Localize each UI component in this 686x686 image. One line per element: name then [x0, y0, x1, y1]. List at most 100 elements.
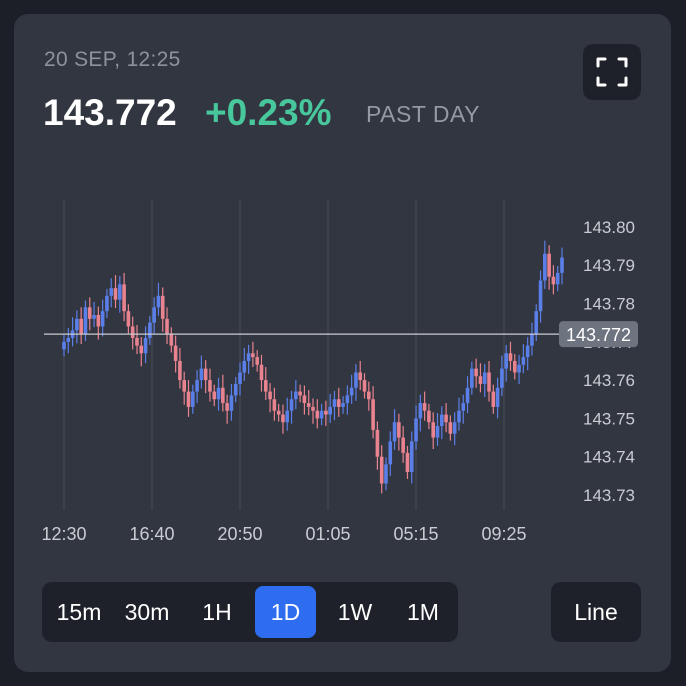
candle-body [225, 403, 229, 411]
candle-body [281, 414, 285, 423]
candle-body [470, 368, 474, 388]
x-tick-label: 09:25 [481, 524, 526, 544]
candle-body [332, 399, 337, 407]
candle-body [212, 391, 217, 400]
candle-body [409, 441, 414, 473]
candle-body [384, 464, 388, 484]
candle-body [251, 353, 255, 358]
y-tick-label: 143.76 [583, 371, 635, 390]
price-chart[interactable]: 12:30 16:40 20:50 01:05 05:15 09:25 143.73 143.… [0, 0, 686, 560]
candle-body [457, 410, 461, 423]
candle-body [362, 380, 367, 392]
candle-body [474, 368, 478, 377]
x-tick-label: 05:15 [393, 524, 438, 544]
candle-body [397, 422, 401, 438]
candle-body [444, 414, 448, 423]
candle-body [203, 368, 208, 381]
candle-body [233, 383, 238, 396]
candle-body [208, 380, 212, 392]
range-button-30m[interactable]: 30m [114, 586, 180, 638]
candle-body [401, 437, 405, 453]
line-chart-toggle[interactable]: Line [551, 582, 641, 642]
candle-body [87, 307, 92, 319]
range-button-1w[interactable]: 1W [322, 586, 388, 638]
candle-body [487, 372, 491, 392]
candle-body [173, 345, 178, 361]
range-button-15m[interactable]: 15m [46, 586, 112, 638]
candle-body [246, 353, 251, 361]
candle-body [306, 403, 311, 407]
candle-body [169, 334, 174, 346]
candle-body [315, 410, 320, 419]
candle-body [551, 276, 556, 285]
candle-body [216, 387, 221, 400]
candle-body [543, 253, 547, 281]
candle-body [165, 318, 169, 335]
range-button-1d[interactable]: 1D [255, 586, 316, 638]
candle-body [238, 372, 242, 384]
candle-body [298, 391, 302, 396]
candle-body [354, 372, 358, 388]
candle-body [186, 391, 191, 407]
candle-body [182, 380, 187, 392]
candle-body [525, 345, 530, 358]
y-tick-label: 143.79 [583, 256, 635, 275]
candle-body [122, 284, 126, 312]
candle-body [148, 322, 152, 338]
candle-body [379, 456, 384, 484]
candle-body [439, 414, 444, 427]
candle-body [345, 395, 350, 404]
candle-body [66, 337, 71, 342]
candle-body [294, 391, 298, 400]
time-range-selector: 15m 30m 1H 1D 1W 1M [42, 582, 458, 642]
candle-body [465, 387, 470, 404]
candle-body [422, 403, 427, 411]
candle-body [349, 387, 354, 396]
candle-body [319, 410, 324, 419]
candle-body [388, 441, 393, 465]
range-button-1m[interactable]: 1M [390, 586, 456, 638]
candle-body [79, 318, 83, 335]
candle-body [285, 410, 290, 423]
candle-body [328, 406, 332, 415]
candle-body [555, 272, 560, 285]
candle-body [427, 410, 431, 423]
candle-body [538, 280, 543, 312]
candle-body [135, 337, 139, 346]
candle-body [508, 353, 513, 361]
candle-body [431, 422, 436, 438]
y-tick-label: 143.75 [583, 409, 635, 428]
candle-body [195, 380, 199, 392]
candle-body [302, 395, 307, 404]
candle-body [118, 284, 122, 300]
candle-body [336, 399, 341, 407]
candle-body [560, 257, 564, 273]
candle-body [547, 253, 551, 277]
candle-body [276, 410, 281, 415]
candle-body [341, 403, 345, 407]
range-button-1h[interactable]: 1H [184, 586, 250, 638]
candle-body [109, 288, 114, 296]
candle-body [504, 353, 508, 369]
candle-body [242, 360, 247, 373]
candle-body [221, 387, 225, 404]
candle-body [371, 399, 375, 430]
candle-body [178, 360, 182, 381]
candle-body [530, 334, 534, 346]
y-tick-label: 143.74 [583, 448, 635, 467]
candle-body [461, 403, 466, 411]
y-tick-label: 143.80 [583, 218, 635, 237]
candle-body [414, 418, 418, 442]
candle-body [139, 345, 144, 354]
candle-body [156, 295, 161, 308]
candle-body [143, 337, 148, 354]
x-tick-label: 20:50 [217, 524, 262, 544]
candle-body [268, 391, 272, 400]
candle-body [272, 399, 277, 411]
candle-body [62, 341, 66, 350]
y-tick-label: 143.73 [583, 486, 635, 505]
candle-body [100, 311, 105, 327]
candle-body [130, 326, 135, 338]
candle-body [190, 391, 195, 407]
candle-body [482, 372, 487, 384]
